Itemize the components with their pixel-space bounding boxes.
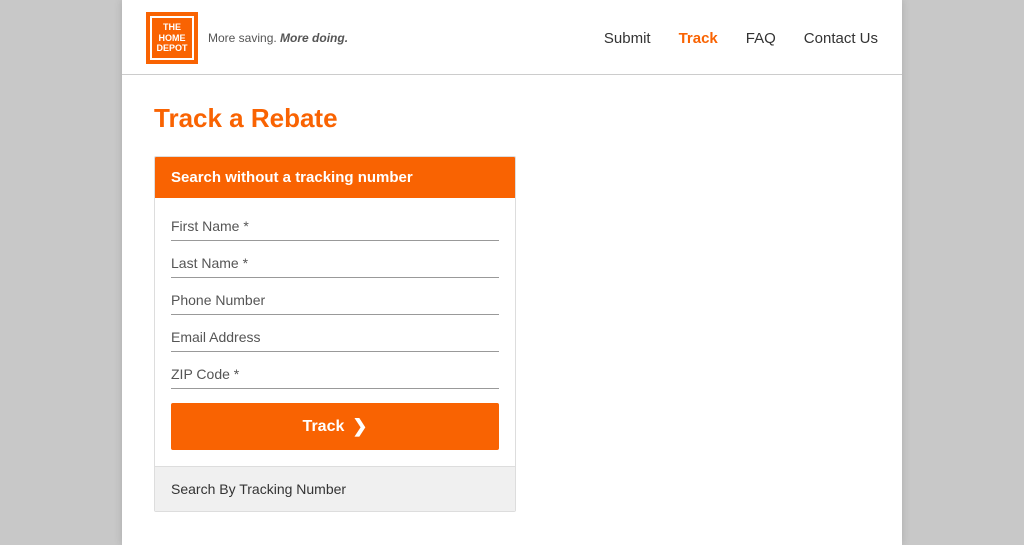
- logo-box: THEHOMEDEPOT: [146, 12, 198, 64]
- nav-item-faq[interactable]: FAQ: [746, 30, 776, 47]
- main-content: Track a Rebate Search without a tracking…: [122, 75, 902, 544]
- main-nav: Submit Track FAQ Contact Us: [604, 30, 878, 47]
- logo-icon: THEHOMEDEPOT: [150, 16, 194, 60]
- track-button-label: Track: [303, 418, 345, 436]
- card-body: Track ❯: [155, 198, 515, 466]
- track-button[interactable]: Track ❯: [171, 403, 499, 450]
- search-by-tracking-number[interactable]: Search By Tracking Number: [155, 466, 515, 511]
- nav-item-track[interactable]: Track: [679, 30, 718, 47]
- nav-item-contact-us[interactable]: Contact Us: [804, 30, 878, 47]
- phone-number-field: [171, 282, 499, 315]
- page-title: Track a Rebate: [154, 103, 870, 134]
- email-address-field: [171, 319, 499, 352]
- zip-code-field: [171, 356, 499, 389]
- last-name-field: [171, 245, 499, 278]
- email-address-input[interactable]: [171, 319, 499, 352]
- track-arrow-icon: ❯: [352, 416, 367, 437]
- header: THEHOMEDEPOT More saving. More doing. Su…: [122, 0, 902, 75]
- logo-area: THEHOMEDEPOT More saving. More doing.: [146, 12, 348, 64]
- nav-item-submit[interactable]: Submit: [604, 30, 651, 47]
- search-card: Search without a tracking number: [154, 156, 516, 512]
- last-name-input[interactable]: [171, 245, 499, 278]
- card-header: Search without a tracking number: [155, 157, 515, 198]
- zip-code-input[interactable]: [171, 356, 499, 389]
- phone-number-input[interactable]: [171, 282, 499, 315]
- logo-tagline: More saving. More doing.: [208, 31, 348, 45]
- page-wrapper: THEHOMEDEPOT More saving. More doing. Su…: [122, 0, 902, 545]
- first-name-field: [171, 208, 499, 241]
- first-name-input[interactable]: [171, 208, 499, 241]
